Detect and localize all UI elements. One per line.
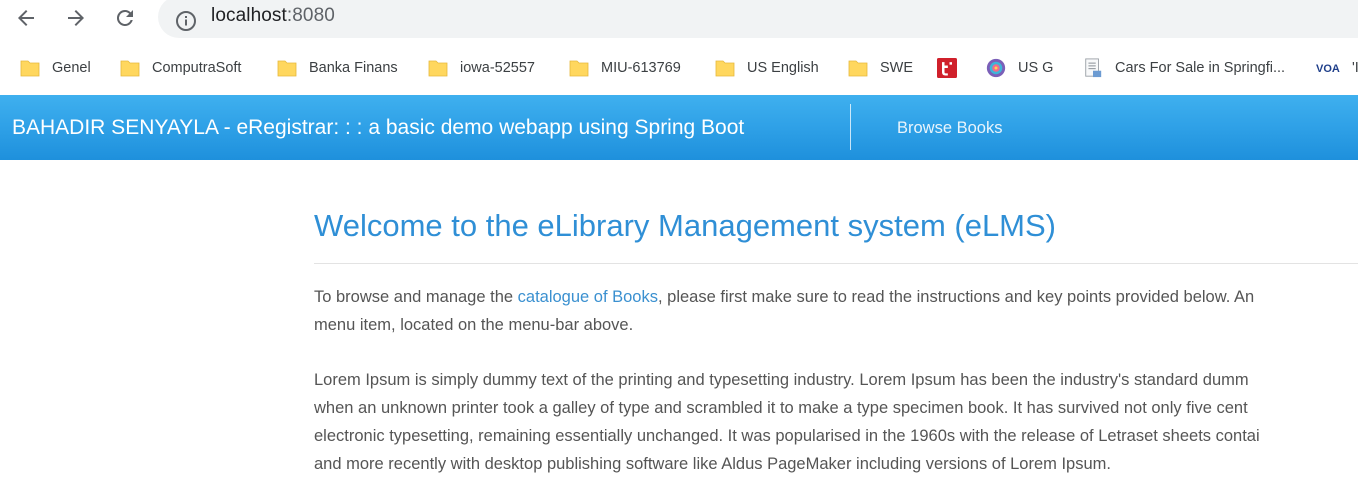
lorem-paragraph: Lorem Ipsum is simply dummy text of the …	[314, 366, 1358, 478]
intro-line-2: menu item, located on the menu-bar above…	[314, 316, 634, 334]
folder-icon	[277, 58, 297, 78]
page-title: Welcome to the eLibrary Management syste…	[314, 208, 1057, 243]
lorem-line: electronic typesetting, remaining essent…	[314, 427, 1260, 445]
folder-icon	[848, 58, 868, 78]
folder-icon	[428, 58, 448, 78]
intro-text-before: To browse and manage the	[314, 288, 518, 306]
url-text[interactable]: localhost:8080	[211, 5, 335, 27]
bookmark-banka-finans[interactable]: Banka Finans	[277, 46, 398, 90]
arrow-right-icon	[68, 10, 84, 26]
red-t-icon	[937, 58, 957, 78]
back-button[interactable]	[11, 3, 41, 33]
bookmark-swe[interactable]: SWE	[848, 46, 913, 90]
reload-icon	[116, 9, 133, 26]
intro-line-1: To browse and manage the catalogue of Bo…	[314, 283, 1358, 311]
lorem-line: when an unknown printer took a galley of…	[314, 399, 1248, 417]
intro-text-after: , please first make sure to read the ins…	[658, 288, 1255, 306]
bookmark-computrasoft[interactable]: ComputraSoft	[120, 46, 241, 90]
bookmark-label: MIU-613769	[601, 60, 681, 76]
bookmark-us-english[interactable]: US English	[715, 46, 819, 90]
bookmark-miu[interactable]: MIU-613769	[569, 46, 681, 90]
bookmark-label: iowa-52557	[460, 60, 535, 76]
folder-icon	[715, 58, 735, 78]
bookmark-iowa[interactable]: iowa-52557	[428, 46, 535, 90]
intro-paragraph: To browse and manage the catalogue of Bo…	[314, 283, 1358, 339]
bookmark-label: Cars For Sale in Springfi...	[1115, 60, 1286, 76]
folder-icon	[20, 58, 40, 78]
lorem-line: and more recently with desktop publishin…	[314, 455, 1111, 473]
colorful-logo-icon	[986, 58, 1006, 78]
url-host: localhost	[211, 5, 287, 26]
folder-icon	[120, 58, 140, 78]
bookmark-genel[interactable]: Genel	[20, 46, 91, 90]
bookmark-us-g[interactable]: US G	[986, 46, 1053, 90]
bookmark-label: ComputraSoft	[152, 60, 242, 76]
reload-button[interactable]	[110, 3, 140, 33]
bookmark-label: 'I	[1352, 60, 1358, 76]
address-bar[interactable]: localhost:8080	[158, 0, 1358, 38]
bookmark-label: US English	[747, 60, 819, 76]
info-icon[interactable]	[174, 9, 198, 33]
voa-icon: VOA	[1316, 58, 1342, 78]
catalogue-of-books-link[interactable]: catalogue of Books	[518, 288, 658, 306]
bookmarks-bar: Genel ComputraSoft Banka Finans iowa-525…	[0, 46, 1358, 90]
navbar-divider	[850, 104, 851, 150]
bookmark-label: US G	[1018, 60, 1054, 76]
browse-books-link[interactable]: Browse Books	[897, 119, 1002, 138]
svg-text:VOA: VOA	[1316, 63, 1340, 75]
folder-icon	[569, 58, 589, 78]
url-port: :8080	[286, 5, 335, 26]
navbar-brand[interactable]: BAHADIR SENYAYLA - eRegistrar: : : a bas…	[12, 116, 744, 140]
title-divider	[314, 263, 1358, 264]
bookmark-cars-for-sale[interactable]: Cars For Sale in Springfi...	[1083, 46, 1285, 90]
document-icon	[1083, 58, 1103, 78]
lorem-line: Lorem Ipsum is simply dummy text of the …	[314, 371, 1249, 389]
arrow-left-icon	[18, 10, 34, 26]
bookmark-red-t[interactable]	[937, 46, 957, 90]
app-navbar: BAHADIR SENYAYLA - eRegistrar: : : a bas…	[0, 95, 1358, 160]
bookmark-label: Genel	[52, 60, 91, 76]
browser-toolbar: localhost:8080	[0, 0, 1358, 38]
bookmark-label: SWE	[880, 60, 914, 76]
bookmark-label: Banka Finans	[309, 60, 398, 76]
bookmark-voa[interactable]: VOA 'I	[1316, 46, 1358, 90]
forward-button[interactable]	[61, 3, 91, 33]
